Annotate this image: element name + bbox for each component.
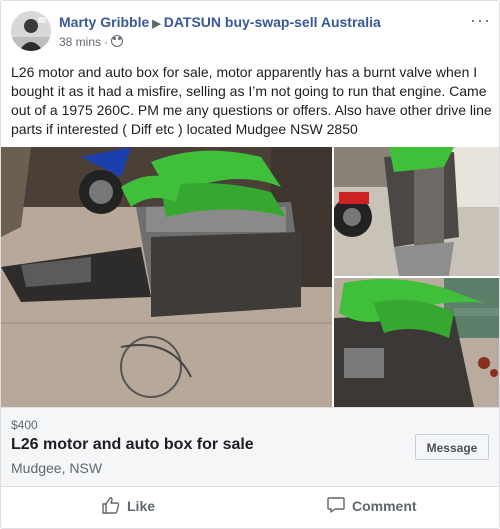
post-meta: 38 mins · — [59, 34, 124, 49]
separator-dot: · — [104, 35, 109, 49]
like-button[interactable]: Like — [102, 494, 155, 518]
comment-button[interactable]: Comment — [327, 494, 417, 518]
marketplace-listing-panel[interactable]: $400 L26 motor and auto box for sale Mud… — [1, 407, 499, 487]
post-body-text: L26 motor and auto box for sale, motor a… — [11, 64, 492, 137]
photo-engine-closeup[interactable] — [334, 278, 499, 407]
more-options-icon[interactable]: ··· — [470, 11, 491, 29]
listing-price: $400 — [11, 418, 38, 432]
author-name-link[interactable]: Marty Gribble — [59, 14, 149, 30]
listing-location: Mudgee, NSW — [11, 460, 103, 476]
timestamp-link[interactable]: 38 mins — [59, 35, 101, 49]
listing-title[interactable]: L26 motor and auto box for sale — [11, 436, 254, 454]
photo-engine-side[interactable] — [334, 147, 499, 276]
post-actions-bar: Like Comment — [1, 486, 499, 526]
photo-grid — [1, 147, 499, 407]
comment-label: Comment — [352, 498, 417, 514]
post-header: Marty Gribble ▶ DATSUN buy-swap-sell Austr… — [11, 11, 491, 53]
avatar[interactable] — [11, 11, 51, 51]
thumbs-up-icon — [102, 496, 120, 517]
speech-bubble-icon — [327, 496, 345, 517]
group-name-link[interactable]: DATSUN buy-swap-sell Australia — [164, 14, 381, 30]
like-label: Like — [127, 498, 156, 514]
message-button[interactable]: Message — [415, 434, 489, 460]
caret-right-icon: ▶ — [152, 18, 161, 30]
photo-engine-main[interactable] — [1, 147, 332, 407]
group-icon[interactable] — [111, 35, 124, 47]
marketplace-post-card: Marty Gribble ▶ DATSUN buy-swap-sell Austr… — [0, 0, 500, 529]
author-line: Marty Gribble ▶ DATSUN buy-swap-sell Austr… — [59, 14, 381, 30]
